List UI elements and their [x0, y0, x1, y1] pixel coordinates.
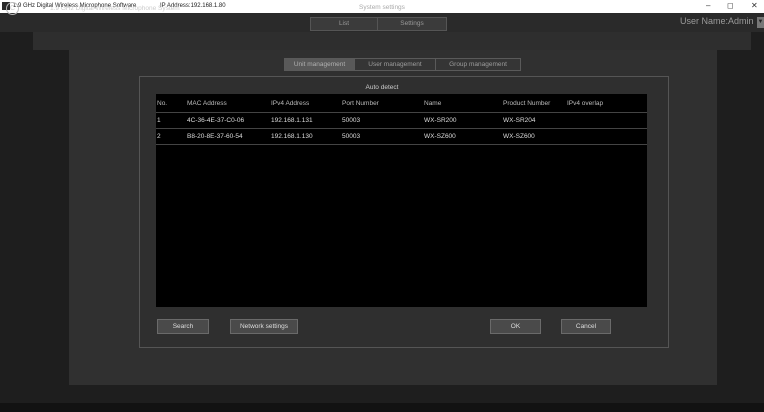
row-divider [156, 144, 647, 145]
column-header-port: Port Number [342, 100, 379, 107]
row-2-port[interactable]: 50003 [342, 133, 360, 140]
column-header-mac: MAC Address [187, 100, 227, 107]
column-header-name: Name [424, 100, 442, 107]
tab-unit-management[interactable]: Unit management [284, 58, 355, 71]
row-1-product[interactable]: WX-SR204 [503, 117, 536, 124]
subheader-bar [33, 32, 751, 50]
column-header-overlap: IPv4 overlap [567, 100, 604, 107]
tab-group-management[interactable]: Group management [435, 58, 521, 71]
row-divider [156, 112, 647, 113]
search-button[interactable]: Search [157, 319, 209, 334]
dialog-title: Auto detect [365, 84, 399, 91]
device-table [156, 94, 647, 307]
tab-list[interactable]: List [310, 17, 378, 31]
cancel-button[interactable]: Cancel [561, 319, 611, 334]
row-divider [156, 128, 647, 129]
row-2-product[interactable]: WX-SZ600 [503, 133, 535, 140]
row-1-port[interactable]: 50003 [342, 117, 360, 124]
row-1-ipv4[interactable]: 192.168.1.131 [271, 117, 313, 124]
row-2-no[interactable]: 2 [157, 133, 161, 140]
row-1-name[interactable]: WX-SR200 [424, 117, 457, 124]
row-1-mac[interactable]: 4C-36-4E-37-C0-06 [187, 117, 244, 124]
network-settings-button[interactable]: Network settings [230, 319, 298, 334]
ok-button[interactable]: OK [490, 319, 541, 334]
column-header-product: Product Number [503, 100, 551, 107]
row-1-no[interactable]: 1 [157, 117, 161, 124]
tab-settings[interactable]: Settings [377, 17, 447, 31]
tab-user-management[interactable]: User management [354, 58, 436, 71]
chevron-down-icon[interactable]: ▼ [757, 17, 764, 28]
row-2-ipv4[interactable]: 192.168.1.130 [271, 133, 313, 140]
user-name: User Name:Admin [680, 16, 754, 26]
row-2-mac[interactable]: B8-20-8E-37-60-54 [187, 133, 243, 140]
page-title: System settings [359, 4, 405, 11]
column-header-no: No. [157, 100, 168, 107]
footer-bar [0, 403, 764, 412]
row-2-name[interactable]: WX-SZ600 [424, 133, 456, 140]
column-header-ipv4: IPv4 Address [271, 100, 310, 107]
